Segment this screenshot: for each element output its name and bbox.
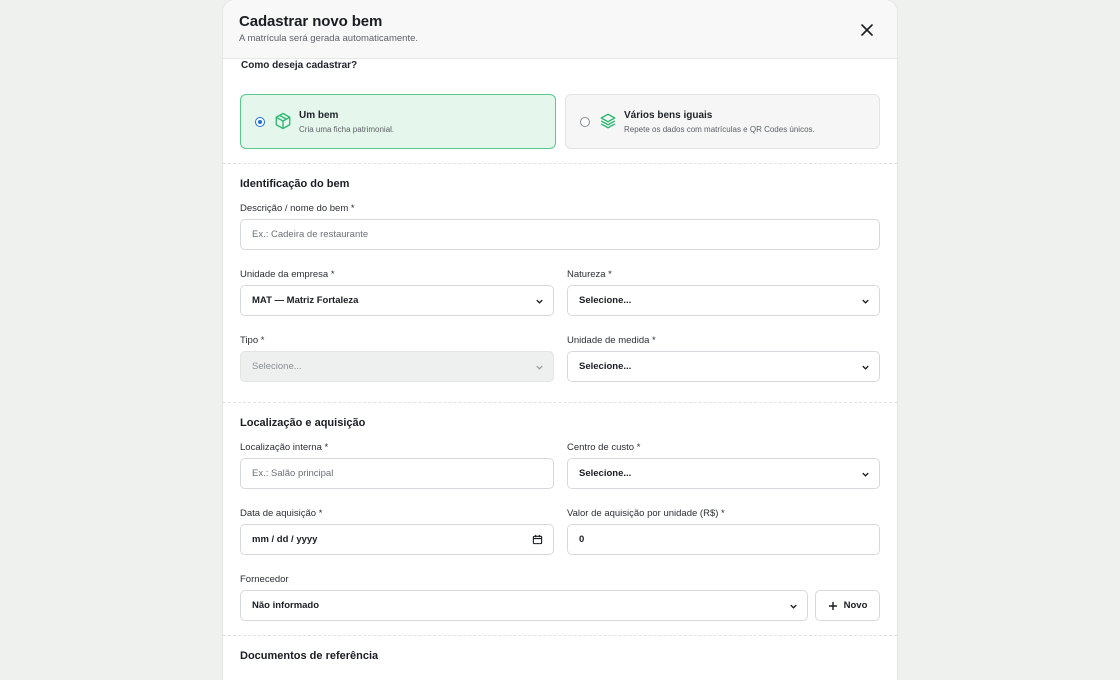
section-divider	[223, 635, 897, 636]
supplier-select[interactable]: Não informado	[240, 590, 808, 621]
cost-center-label: Centro de custo *	[567, 442, 641, 453]
new-supplier-label: Novo	[843, 600, 868, 611]
unit-of-measure-select[interactable]: Selecione...	[567, 351, 880, 382]
acquisition-date-input[interactable]: mm / dd / yyyy	[240, 524, 554, 555]
acquisition-date-label: Data de aquisição *	[240, 508, 323, 519]
close-icon	[861, 24, 873, 36]
company-unit-value: MAT — Matriz Fortaleza	[252, 295, 359, 306]
internal-location-label: Localização interna *	[240, 442, 329, 453]
register-asset-modal: Cadastrar novo bem A matrícula será gera…	[223, 0, 897, 680]
single-asset-description: Cria uma ficha patrimonial.	[299, 125, 395, 134]
new-supplier-button[interactable]: Novo	[815, 590, 880, 621]
single-asset-radio[interactable]	[255, 117, 265, 127]
chevron-down-icon	[536, 299, 543, 304]
description-placeholder: Ex.: Cadeira de restaurante	[252, 229, 369, 240]
chevron-down-icon	[790, 604, 797, 609]
unit-of-measure-value: Selecione...	[579, 361, 632, 372]
nature-label: Natureza *	[567, 269, 612, 280]
chevron-down-icon	[862, 472, 869, 477]
modal-header: Cadastrar novo bem A matrícula será gera…	[223, 0, 897, 59]
option-multiple-assets[interactable]: Vários bens iguais Repete os dados com m…	[565, 94, 880, 149]
multiple-assets-radio[interactable]	[580, 117, 590, 127]
description-label: Descrição / nome do bem *	[240, 203, 355, 214]
chevron-down-icon	[536, 365, 543, 370]
acquisition-date-value: mm / dd / yyyy	[252, 534, 318, 545]
layers-icon	[600, 113, 616, 129]
option-single-asset[interactable]: Um bem Cria uma ficha patrimonial.	[240, 94, 556, 149]
internal-location-placeholder: Ex.: Salão principal	[252, 468, 334, 479]
modal-subtitle: A matrícula será gerada automaticamente.	[239, 33, 419, 44]
internal-location-input[interactable]: Ex.: Salão principal	[240, 458, 554, 489]
multiple-assets-title: Vários bens iguais	[624, 110, 713, 121]
multiple-assets-description: Repete os dados com matrículas e QR Code…	[624, 125, 815, 134]
type-value: Selecione...	[252, 361, 302, 372]
unit-of-measure-label: Unidade de medida *	[567, 335, 656, 346]
company-unit-label: Unidade da empresa *	[240, 269, 335, 280]
cost-center-value: Selecione...	[579, 468, 632, 479]
nature-value: Selecione...	[579, 295, 632, 306]
section-divider	[223, 402, 897, 403]
box-icon	[275, 112, 291, 130]
single-asset-title: Um bem	[299, 110, 339, 121]
acquisition-value-label: Valor de aquisição por unidade (R$) *	[567, 508, 725, 519]
identification-heading: Identificação do bem	[240, 178, 350, 190]
description-input[interactable]: Ex.: Cadeira de restaurante	[240, 219, 880, 250]
location-heading: Localização e aquisição	[240, 417, 366, 429]
close-button[interactable]	[855, 18, 879, 42]
type-select[interactable]: Selecione...	[240, 351, 554, 382]
supplier-value: Não informado	[252, 600, 320, 611]
acquisition-value-value: 0	[579, 534, 585, 545]
cost-center-select[interactable]: Selecione...	[567, 458, 880, 489]
calendar-icon[interactable]	[532, 534, 543, 545]
modal-title: Cadastrar novo bem	[239, 13, 383, 30]
plus-icon	[828, 601, 837, 610]
chevron-down-icon	[862, 299, 869, 304]
acquisition-value-input[interactable]: 0	[567, 524, 880, 555]
section-divider	[223, 163, 897, 164]
supplier-label: Fornecedor	[240, 574, 289, 585]
documents-heading: Documentos de referência	[240, 650, 379, 662]
company-unit-select[interactable]: MAT — Matriz Fortaleza	[240, 285, 554, 316]
chevron-down-icon	[862, 365, 869, 370]
type-label: Tipo *	[240, 335, 265, 346]
registration-mode-question: Como deseja cadastrar?	[241, 60, 358, 71]
nature-select[interactable]: Selecione...	[567, 285, 880, 316]
